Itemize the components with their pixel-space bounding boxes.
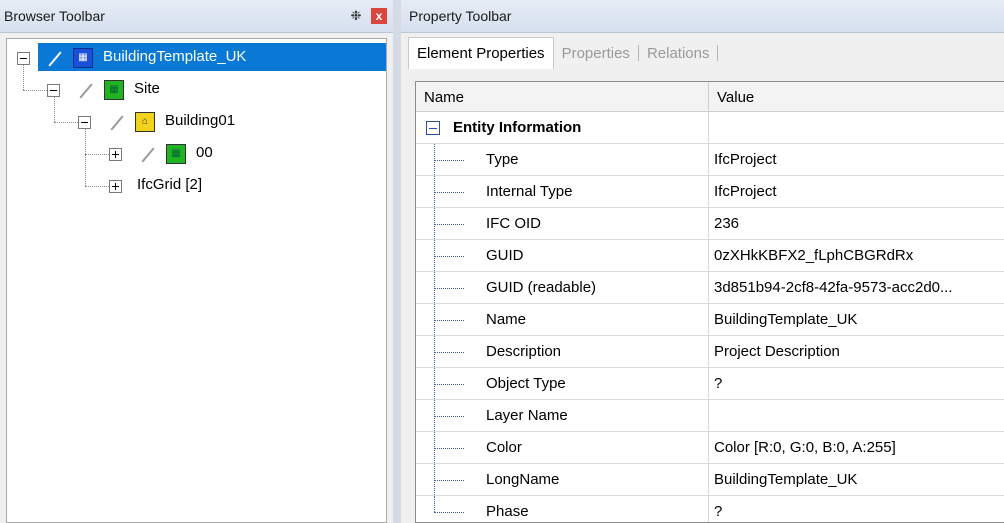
property-value[interactable]: BuildingTemplate_UK [709, 304, 1004, 335]
property-name: LongName [486, 471, 560, 488]
property-value[interactable]: 3d851b94-2cf8-42fa-9573-acc2d0... [709, 272, 1004, 303]
property-name: Internal Type [486, 183, 573, 200]
property-name: GUID (readable) [486, 279, 597, 296]
expand-icon[interactable] [109, 148, 122, 161]
property-name: Color [486, 439, 522, 456]
property-name: Description [486, 343, 562, 360]
storey-icon: ▦ [166, 144, 186, 164]
table-row[interactable]: GUID (readable) 3d851b94-2cf8-42fa-9573-… [416, 272, 1004, 304]
tab-properties[interactable]: Properties [554, 37, 638, 69]
table-row[interactable]: GUID 0zXHkKBFX2_fLphCBGRdRx [416, 240, 1004, 272]
property-value[interactable]: IfcProject [709, 144, 1004, 175]
browser-toolbar-title: Browser Toolbar [4, 8, 105, 24]
table-row[interactable]: Internal Type IfcProject [416, 176, 1004, 208]
pin-icon[interactable]: ❉ [349, 8, 363, 24]
property-value[interactable]: Project Description [709, 336, 1004, 367]
visibility-toggle-icon[interactable] [47, 51, 63, 67]
collapse-icon[interactable] [47, 84, 60, 97]
property-name: Name [486, 311, 527, 328]
property-value[interactable]: 0zXHkKBFX2_fLphCBGRdRx [709, 240, 1004, 271]
tree-node-grid[interactable]: IfcGrid [2] [137, 176, 202, 193]
property-value[interactable] [709, 400, 1004, 431]
tree-node-site[interactable]: Site [134, 80, 160, 97]
tab-separator [717, 45, 719, 61]
property-value[interactable]: BuildingTemplate_UK [709, 464, 1004, 495]
group-label: Entity Information [453, 119, 582, 136]
table-row[interactable]: LongName BuildingTemplate_UK [416, 464, 1004, 496]
property-name: Object Type [486, 375, 566, 392]
project-icon: ▦ [73, 48, 93, 68]
property-tabs: Element Properties Properties Relations [408, 37, 719, 69]
tab-element-properties[interactable]: Element Properties [408, 37, 554, 69]
table-row[interactable]: Color Color [R:0, G:0, B:0, A:255] [416, 432, 1004, 464]
property-value[interactable]: IfcProject [709, 176, 1004, 207]
table-row[interactable]: Phase ? [416, 496, 1004, 522]
collapse-icon[interactable] [78, 116, 91, 129]
visibility-toggle-icon[interactable] [109, 115, 125, 131]
table-row[interactable]: Type IfcProject [416, 144, 1004, 176]
table-row[interactable]: Description Project Description [416, 336, 1004, 368]
collapse-icon[interactable] [17, 52, 30, 65]
property-value[interactable]: Color [R:0, G:0, B:0, A:255] [709, 432, 1004, 463]
property-value[interactable]: ? [709, 496, 1004, 522]
panel-splitter[interactable] [393, 0, 401, 523]
table-row[interactable]: Name BuildingTemplate_UK [416, 304, 1004, 336]
close-icon[interactable]: x [371, 8, 387, 24]
grid-header: Name Value [416, 82, 1004, 112]
tree-node-building[interactable]: Building01 [165, 112, 235, 129]
property-toolbar-title: Property Toolbar [409, 8, 512, 24]
property-value[interactable]: 236 [709, 208, 1004, 239]
collapse-icon[interactable] [426, 121, 440, 135]
property-grid[interactable]: Name Value Entity Information Type IfcPr… [415, 81, 1004, 523]
tab-relations[interactable]: Relations [639, 37, 718, 69]
expand-icon[interactable] [109, 180, 122, 193]
table-row[interactable]: Object Type ? [416, 368, 1004, 400]
property-toolbar-header: Property Toolbar [401, 0, 1004, 33]
browser-toolbar-header: Browser Toolbar ❉ x [0, 0, 393, 33]
table-row[interactable]: IFC OID 236 [416, 208, 1004, 240]
property-value[interactable]: ? [709, 368, 1004, 399]
property-name: Phase [486, 503, 529, 520]
group-row[interactable]: Entity Information [416, 112, 1004, 144]
property-name: GUID [486, 247, 524, 264]
visibility-toggle-icon[interactable] [78, 83, 94, 99]
property-name: Layer Name [486, 407, 568, 424]
column-header-name[interactable]: Name [416, 82, 709, 112]
column-header-value[interactable]: Value [709, 82, 1004, 112]
site-icon: ▦ [104, 80, 124, 100]
property-toolbar-panel: Property Toolbar Element Properties Prop… [401, 0, 1004, 523]
table-row[interactable]: Layer Name [416, 400, 1004, 432]
browser-toolbar-panel: Browser Toolbar ❉ x ▦ BuildingTemplate_U… [0, 0, 393, 523]
property-name: Type [486, 151, 519, 168]
visibility-toggle-icon[interactable] [140, 147, 156, 163]
tree-node-storey[interactable]: 00 [196, 144, 213, 161]
tree-node-project[interactable]: BuildingTemplate_UK [103, 48, 246, 65]
building-icon: ⌂ [135, 112, 155, 132]
model-tree[interactable]: ▦ BuildingTemplate_UK ▦ Site ⌂ Building0… [6, 38, 387, 523]
property-name: IFC OID [486, 215, 541, 232]
